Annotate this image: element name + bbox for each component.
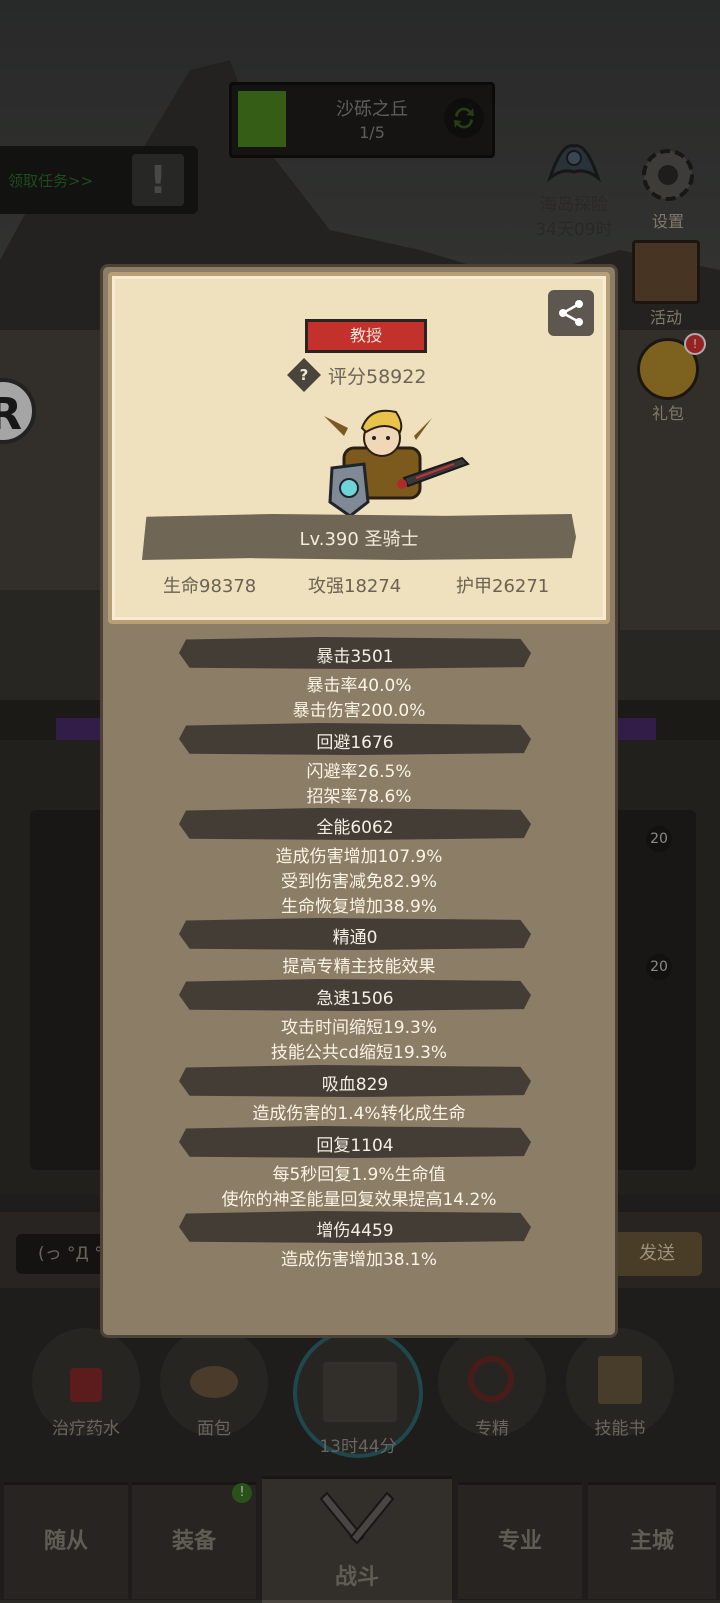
- stat-header-text: 回复1104: [316, 1136, 394, 1156]
- stat-header-damage-boost: 增伤4459: [179, 1211, 531, 1243]
- stat-header-text: 暴击3501: [316, 647, 394, 667]
- paladin-character-portrait: [324, 409, 470, 518]
- stat-line: 攻击时间缩短19.3%: [280, 1018, 437, 1038]
- stat-header-avoidance: 回避1676: [179, 723, 531, 755]
- stat-header-crit: 暴击3501: [179, 637, 531, 669]
- title-badge: 教授: [305, 319, 427, 353]
- stat-line: 造成伤害增加38.1%: [280, 1250, 437, 1270]
- level-class-text: Lv.390 圣骑士: [299, 529, 419, 550]
- stat-line: 受到伤害减免82.9%: [280, 872, 437, 892]
- share-button[interactable]: [548, 290, 594, 336]
- stat-line: 生命恢复增加38.9%: [280, 897, 437, 917]
- stat-line: 提高专精主技能效果: [282, 957, 436, 977]
- stat-line: 暴击伤害200.0%: [292, 701, 426, 721]
- stat-line: 使你的神圣能量回复效果提高14.2%: [221, 1190, 497, 1210]
- core-stats: 生命98378 攻强18274 护甲26271: [112, 572, 606, 602]
- stat-header-text: 全能6062: [316, 818, 394, 838]
- character-card: 教授 ? 评分58922 Lv.390 圣骑士 生命98378 攻强18274 …: [108, 272, 610, 624]
- stat-header-text: 吸血829: [321, 1075, 389, 1095]
- score-row: ? 评分58922: [287, 358, 427, 392]
- score-value: 评分58922: [328, 365, 427, 388]
- stat-armor: 护甲26271: [456, 576, 550, 597]
- help-icon[interactable]: ?: [287, 358, 321, 392]
- stat-header-text: 急速1506: [316, 989, 394, 1009]
- stat-header-haste: 急速1506: [179, 979, 531, 1011]
- stat-header-lifesteal: 吸血829: [179, 1065, 531, 1097]
- share-icon: [559, 300, 583, 326]
- stat-header-text: 精通0: [332, 928, 378, 948]
- stat-line: 造成伤害增加107.9%: [275, 847, 443, 867]
- stat-header-text: 回避1676: [316, 733, 394, 753]
- stat-line: 闪避率26.5%: [306, 762, 412, 782]
- stat-line: 招架率78.6%: [306, 787, 412, 807]
- stat-header-text: 增伤4459: [316, 1221, 394, 1241]
- stat-line: 造成伤害的1.4%转化成生命: [252, 1104, 466, 1124]
- level-class-banner: Lv.390 圣骑士: [142, 514, 576, 560]
- stat-health: 生命98378: [163, 576, 257, 597]
- stat-line: 每5秒回复1.9%生命值: [272, 1165, 446, 1185]
- stat-header-recovery: 回复1104: [179, 1126, 531, 1158]
- stat-attack-power: 攻强18274: [308, 576, 402, 597]
- stat-header-versatility: 全能6062: [179, 808, 531, 840]
- character-stats-dialog: 教授 ? 评分58922 Lv.390 圣骑士 生命98378 攻强18274 …: [100, 264, 618, 1338]
- stat-line: 技能公共cd缩短19.3%: [270, 1043, 448, 1063]
- stat-line: 暴击率40.0%: [306, 676, 412, 696]
- stat-header-mastery: 精通0: [179, 918, 531, 950]
